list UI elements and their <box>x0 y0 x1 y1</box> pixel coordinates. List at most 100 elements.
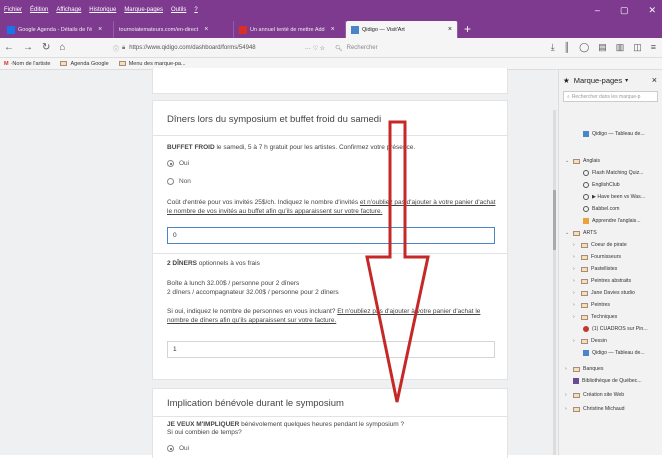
search-field[interactable]: 🔍︎ Rechercher <box>335 41 475 55</box>
maximize-button[interactable]: ▢ <box>620 5 629 16</box>
sidebar-bookmark-item[interactable]: EnglishClub <box>583 182 620 188</box>
minimize-button[interactable]: – <box>595 5 600 16</box>
chevron-right-icon[interactable]: › <box>573 242 578 248</box>
radio-selected-icon[interactable] <box>167 160 174 167</box>
menu-edition[interactable]: Édition <box>30 7 48 13</box>
bookmark-label: Agenda Google <box>70 60 109 67</box>
url-bar[interactable]: ⓘ 🔒︎ https://www.qidigo.com/dashboard/fo… <box>113 41 325 55</box>
chevron-down-icon[interactable]: ⌄ <box>565 158 570 164</box>
folder-icon <box>581 266 588 272</box>
tab-qidigo[interactable]: Qidigo — Visit'Art × <box>346 21 458 38</box>
chevron-down-icon[interactable]: ▾ <box>625 77 628 84</box>
library-icon[interactable]: ║ <box>564 42 570 53</box>
bookmark-nom-artiste[interactable]: M ·Nom de l'artiste <box>4 61 50 67</box>
sidebar-folder-item[interactable]: ⌄ Anglais <box>565 158 600 164</box>
radio-buffet-non[interactable]: Non <box>167 178 191 185</box>
close-tab-icon[interactable]: × <box>448 26 452 33</box>
sidebar-folder-item[interactable]: › Dessin <box>573 338 607 344</box>
folder-label: Christine Michaud <box>583 406 625 412</box>
chevron-right-icon[interactable]: › <box>565 392 570 398</box>
menu-marque-pages[interactable]: Marque-pages <box>124 7 163 13</box>
menu-fichier[interactable]: Fichier <box>4 7 22 13</box>
sidebar-toggle-icon[interactable]: ▥ <box>616 42 625 53</box>
sidebar-folder-item[interactable]: ⌄ ARTS <box>565 230 597 236</box>
sidebar-bookmark-item[interactable]: Bibliothèque de Québec... <box>573 378 642 384</box>
bookmark-agenda-google[interactable]: Agenda Google <box>60 60 109 67</box>
bookmark-menu-marque-pages[interactable]: Menu des marque-pa... <box>118 61 186 67</box>
info-icon[interactable]: ⓘ <box>113 44 119 53</box>
menu-aide[interactable]: ? <box>194 7 197 13</box>
library-icon <box>573 378 579 384</box>
guest-cost-text: Coût d'entrée pour vos invités 25$/ch. I… <box>167 198 497 216</box>
sidebar-bookmark-item[interactable]: (1) CUADROS sur Pin... <box>583 326 648 332</box>
sidebar-folder-item[interactable]: › Pastellistes <box>573 266 617 272</box>
tab-annuel[interactable]: Un annuel tenté de mettre Add × <box>234 21 346 38</box>
divider <box>153 135 507 136</box>
sidebar-bookmark-item[interactable]: Qidigo — Tableau de... <box>583 131 645 137</box>
close-icon[interactable]: × <box>652 75 657 85</box>
back-icon[interactable]: ← <box>4 42 14 53</box>
chevron-right-icon[interactable]: › <box>573 278 578 284</box>
lock-icon: 🔒︎ <box>122 44 126 51</box>
reload-icon[interactable]: ↻ <box>42 42 50 53</box>
screenshot-icon[interactable]: ◫ <box>633 42 642 53</box>
tab-bar: Google Agenda - Détails de l'é × tournoi… <box>0 20 662 38</box>
home-icon[interactable]: ⌂ <box>59 42 65 53</box>
chevron-right-icon[interactable]: › <box>573 266 578 272</box>
sidebar-bookmark-item[interactable]: Apprendre l'anglais... <box>583 218 641 224</box>
reader-icon[interactable]: ▤ <box>598 42 607 53</box>
sidebar-bookmark-item[interactable]: ▶ Have been vs Was... <box>583 194 645 200</box>
url-text[interactable]: https://www.qidigo.com/dashboard/forms/5… <box>129 45 255 51</box>
menu-historique[interactable]: Historique <box>89 7 116 13</box>
radio-label: Non <box>179 178 191 185</box>
people-count-input[interactable]: 1 <box>167 341 495 358</box>
radio-buffet-oui[interactable]: Oui <box>167 160 189 167</box>
close-window-button[interactable]: ✕ <box>648 5 656 16</box>
page-scrollbar-track[interactable] <box>553 110 556 455</box>
sidebar-folder-item[interactable]: › Banques <box>565 366 603 372</box>
download-icon[interactable]: ⤓ <box>551 42 555 53</box>
chevron-right-icon[interactable]: › <box>573 314 578 320</box>
close-tab-icon[interactable]: × <box>98 26 102 33</box>
sidebar-folder-item[interactable]: › Techniques <box>573 314 617 320</box>
sidebar-folder-item[interactable]: › Peintres <box>573 302 610 308</box>
radio-empty-icon[interactable] <box>167 178 174 185</box>
menu-affichage[interactable]: Affichage <box>56 7 81 13</box>
chevron-right-icon[interactable]: › <box>565 406 570 412</box>
sidebar-folder-item[interactable]: › Jane Davies studio <box>573 290 635 296</box>
bookmark-label: EnglishClub <box>592 182 620 188</box>
close-tab-icon[interactable]: × <box>204 26 208 33</box>
sidebar-bookmark-item[interactable]: Flash Matching Quiz... <box>583 170 644 176</box>
page-actions-icon[interactable]: ··· ♡ ☆ <box>305 45 325 52</box>
tab-tournoi[interactable]: tournoiatemateurs.com/en-direct × <box>114 21 234 38</box>
sidebar-bookmark-item[interactable]: Qidigo — Tableau de... <box>583 350 645 356</box>
forward-icon[interactable]: → <box>23 42 33 53</box>
sidebar-folder-item[interactable]: › Coeur de pirate <box>573 242 627 248</box>
chevron-right-icon[interactable]: › <box>573 338 578 344</box>
menu-outils[interactable]: Outils <box>171 7 186 13</box>
chevron-right-icon[interactable]: › <box>573 290 578 296</box>
chevron-right-icon[interactable]: › <box>573 302 578 308</box>
new-tab-button[interactable]: + <box>464 22 471 36</box>
hamburger-menu-icon[interactable]: ≡ <box>651 42 656 53</box>
sidebar-bookmark-item[interactable]: Babbel.com <box>583 206 619 212</box>
folder-label: Coeur de pirate <box>591 242 627 248</box>
sidebar-folder-item[interactable]: › Fournisseurs <box>573 254 621 260</box>
sidebar-folder-item[interactable]: › Création site Web <box>565 392 624 398</box>
tab-google-agenda[interactable]: Google Agenda - Détails de l'é × <box>2 21 114 38</box>
bookmark-label: Bibliothèque de Québec... <box>582 378 642 384</box>
page-scrollbar-thumb[interactable] <box>553 190 556 250</box>
chevron-right-icon[interactable]: › <box>565 366 570 372</box>
guests-count-input[interactable]: 0 <box>167 227 495 244</box>
chevron-right-icon[interactable]: › <box>573 254 578 260</box>
sidebar-search-input[interactable]: ⌕ Rechercher dans les marque-p <box>563 91 658 102</box>
sidebar-folder-item[interactable]: › Peintres abstraits <box>573 278 631 284</box>
sidebar-folder-item[interactable]: › Christine Michaud <box>565 406 625 412</box>
chevron-down-icon[interactable]: ⌄ <box>565 230 570 236</box>
sidebar-title[interactable]: Marque-pages <box>574 76 622 85</box>
radio-volunteer-oui[interactable]: Oui <box>167 445 189 452</box>
close-tab-icon[interactable]: × <box>331 26 335 33</box>
radio-selected-icon[interactable] <box>167 445 174 452</box>
folder-icon <box>581 278 588 284</box>
sync-icon[interactable]: ◯ <box>579 42 589 53</box>
